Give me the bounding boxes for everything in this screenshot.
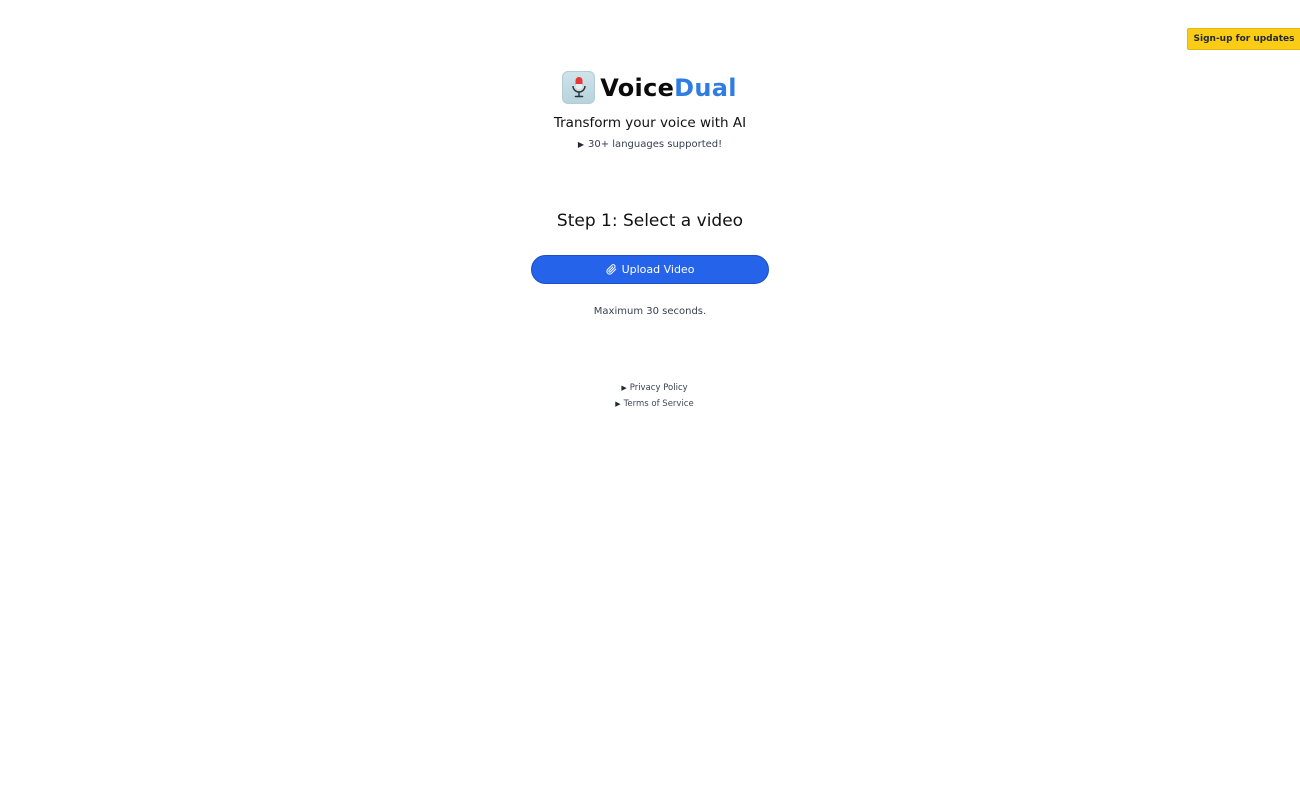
brand-name: VoiceDual	[600, 74, 737, 102]
brand-name-voice: Voice	[600, 73, 675, 102]
privacy-policy-toggle[interactable]: ▶ Privacy Policy	[0, 383, 1300, 393]
microphone-icon	[562, 71, 596, 104]
disclosure-triangle-icon: ▶	[615, 400, 621, 408]
max-duration-note: Maximum 30 seconds.	[593, 306, 707, 317]
brand-name-dual: Dual	[674, 73, 737, 102]
upload-video-button[interactable]: Upload Video	[531, 255, 769, 284]
terms-of-service-label: Terms of Service	[623, 399, 694, 409]
languages-toggle-label: 30+ languages supported!	[588, 139, 723, 150]
page: Sign-up for updates VoiceDual Transform …	[0, 0, 1300, 788]
brand-logo-link[interactable]: VoiceDual	[562, 71, 737, 104]
disclosure-triangle-icon: ▶	[621, 384, 627, 392]
brand-header: VoiceDual	[0, 71, 1300, 104]
upload-video-label: Upload Video	[621, 263, 695, 276]
paperclip-icon	[605, 264, 617, 275]
terms-of-service-toggle[interactable]: ▶ Terms of Service	[0, 399, 1300, 409]
signup-for-updates-button[interactable]: Sign-up for updates	[1187, 28, 1300, 50]
privacy-policy-label: Privacy Policy	[629, 383, 688, 393]
languages-toggle[interactable]: ▶ 30+ languages supported!	[0, 139, 1300, 150]
step-title: Step 1: Select a video	[556, 211, 744, 231]
disclosure-triangle-icon: ▶	[577, 140, 584, 149]
tagline: Transform your voice with AI	[553, 115, 747, 131]
